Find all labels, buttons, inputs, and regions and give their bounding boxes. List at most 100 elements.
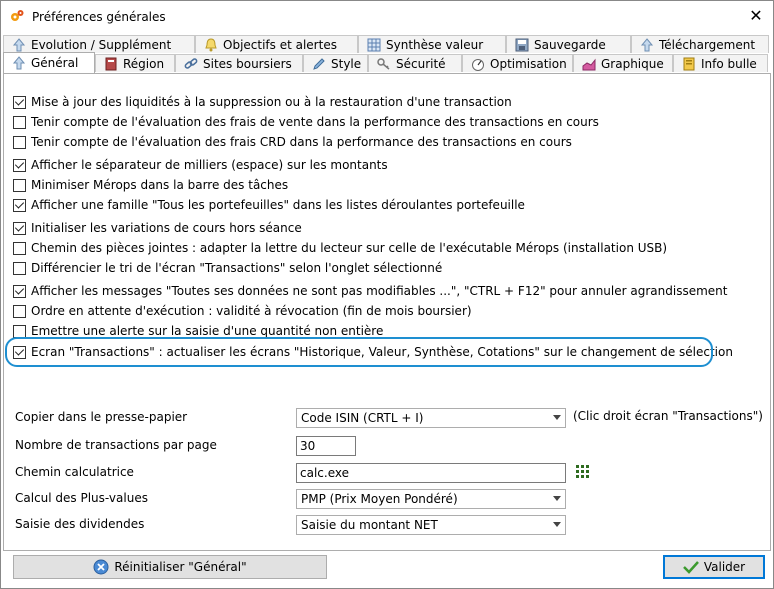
option-label: Emettre une alerte sur la saisie d'une q… [31,324,384,338]
tab-label: Synthèse valeur [386,37,484,52]
preferences-window: Préférences générales ✕ Evolution / Supp… [0,0,774,589]
tab-info-bulle[interactable]: Info bulle [673,54,768,72]
option-label: Minimiser Mérops dans la barre des tâche… [31,178,289,192]
option-checkbox[interactable] [13,135,26,149]
tab-label: Graphique [601,56,664,71]
tab-synthese-valeur[interactable]: Synthèse valeur [358,35,506,53]
chevron-down-icon [553,496,561,501]
option-row[interactable]: Chemin des pièces jointes : adapter la l… [13,239,667,257]
option-label: Différencier le tri de l'écran "Transact… [31,261,443,275]
calc-path-label: Chemin calculatrice [15,465,134,479]
title-bar: Préférences générales ✕ [1,1,773,31]
option-row[interactable]: Tenir compte de l'évaluation des frais C… [13,133,572,151]
tab-objectifs-alertes[interactable]: Objectifs et alertes [195,35,358,53]
chart-icon [582,58,596,70]
arrow-up-icon [12,56,26,70]
gains-select[interactable]: PMP (Prix Moyen Pondéré) [296,489,566,509]
option-checkbox[interactable] [13,324,26,338]
option-row[interactable]: Mise à jour des liquidités à la suppress… [13,93,512,111]
clipboard-value: Code ISIN (CRTL + I) [301,411,424,425]
option-checkbox[interactable] [13,115,26,129]
option-label: Afficher une famille "Tous les portefeui… [31,198,525,212]
tab-label: Région [123,56,165,71]
tab-label: Sites boursiers [203,56,292,71]
option-label: Ordre en attente d'exécution : validité … [31,304,472,318]
tab-row-top: Evolution / Supplément Objectifs et aler… [3,35,769,54]
tab-sauvegarde[interactable]: Sauvegarde [506,35,631,53]
option-label: Mise à jour des liquidités à la suppress… [31,95,512,109]
option-label: Tenir compte de l'évaluation des frais d… [31,115,599,129]
tx-per-page-value: 30 [300,439,316,453]
tab-label: Sécurité [396,56,446,71]
validate-button[interactable]: Valider [663,555,765,579]
option-checkbox[interactable] [13,95,26,109]
tab-label: Style [331,56,362,71]
tab-telechargement[interactable]: Téléchargement [631,35,769,53]
option-row[interactable]: Ordre en attente d'exécution : validité … [13,302,472,320]
tab-label: Info bulle [701,56,757,71]
tx-per-page-label: Nombre de transactions par page [15,438,217,452]
calc-path-value: calc.exe [300,466,349,480]
tab-label: Optimisation [490,56,567,71]
clipboard-hint: (Clic droit écran "Transactions") [573,409,763,423]
option-row[interactable]: Afficher une famille "Tous les portefeui… [13,196,525,214]
tab-securite[interactable]: Sécurité [368,54,462,72]
option-row[interactable]: Minimiser Mérops dans la barre des tâche… [13,176,288,194]
dividends-label: Saisie des dividendes [15,517,145,531]
reset-label: Réinitialiser "Général" [114,560,247,574]
option-checkbox[interactable] [13,158,26,172]
option-checkbox[interactable] [13,304,26,318]
option-checkbox[interactable] [13,284,26,298]
option-checkbox[interactable] [13,221,26,235]
gauge-icon [472,58,484,71]
gears-icon [11,10,24,21]
dividends-select[interactable]: Saisie du montant NET [296,515,566,535]
option-label: Afficher le séparateur de milliers (espa… [31,158,388,172]
arrow-up-icon [12,37,26,51]
clipboard-select[interactable]: Code ISIN (CRTL + I) [296,408,566,428]
tab-label: Evolution / Supplément [31,37,172,52]
book-icon [105,57,117,70]
tab-evolution-supplement[interactable]: Evolution / Supplément [3,35,195,53]
option-label: Afficher les messages "Toutes ses donnée… [31,284,728,298]
tab-graphique[interactable]: Graphique [573,54,673,72]
cancel-circle-icon [93,559,109,575]
option-checkbox[interactable] [13,241,26,255]
checkmark-icon [682,561,699,574]
close-button[interactable]: ✕ [745,5,767,27]
tab-optimisation[interactable]: Optimisation [462,54,573,72]
arrow-up-icon [640,37,654,51]
validate-label: Valider [703,560,746,574]
option-label: Tenir compte de l'évaluation des frais C… [31,135,572,149]
chevron-down-icon [553,522,561,527]
tab-label: Général [31,56,79,70]
link-icon [184,57,198,69]
tab-region[interactable]: Région [95,54,175,72]
info-icon [683,57,695,70]
disk-icon [515,38,529,51]
highlight-outline [5,337,713,367]
option-row[interactable]: Tenir compte de l'évaluation des frais d… [13,113,599,131]
option-row[interactable]: Afficher le séparateur de milliers (espa… [13,156,388,174]
option-checkbox[interactable] [13,178,26,192]
tab-sites-boursiers[interactable]: Sites boursiers [175,54,303,72]
option-row[interactable]: Différencier le tri de l'écran "Transact… [13,259,442,277]
key-icon [377,57,390,70]
tab-general[interactable]: Général [3,52,95,73]
reset-general-button[interactable]: Réinitialiser "Général" [13,555,327,579]
grid-icon [367,38,381,51]
calculator-icon[interactable] [576,465,590,479]
calc-path-input[interactable]: calc.exe [296,463,566,483]
dividends-value: Saisie du montant NET [301,518,438,532]
bell-icon [205,37,217,51]
option-label: Initialiser les variations de cours hors… [31,221,302,235]
gains-label: Calcul des Plus-values [15,491,148,505]
option-label: Chemin des pièces jointes : adapter la l… [31,241,668,255]
option-row[interactable]: Afficher les messages "Toutes ses donnée… [13,282,727,300]
option-checkbox[interactable] [13,198,26,212]
option-checkbox[interactable] [13,261,26,275]
clipboard-label: Copier dans le presse-papier [15,410,188,424]
tx-per-page-input[interactable]: 30 [296,436,356,456]
option-row[interactable]: Initialiser les variations de cours hors… [13,219,302,237]
tab-style[interactable]: Style [303,54,368,72]
